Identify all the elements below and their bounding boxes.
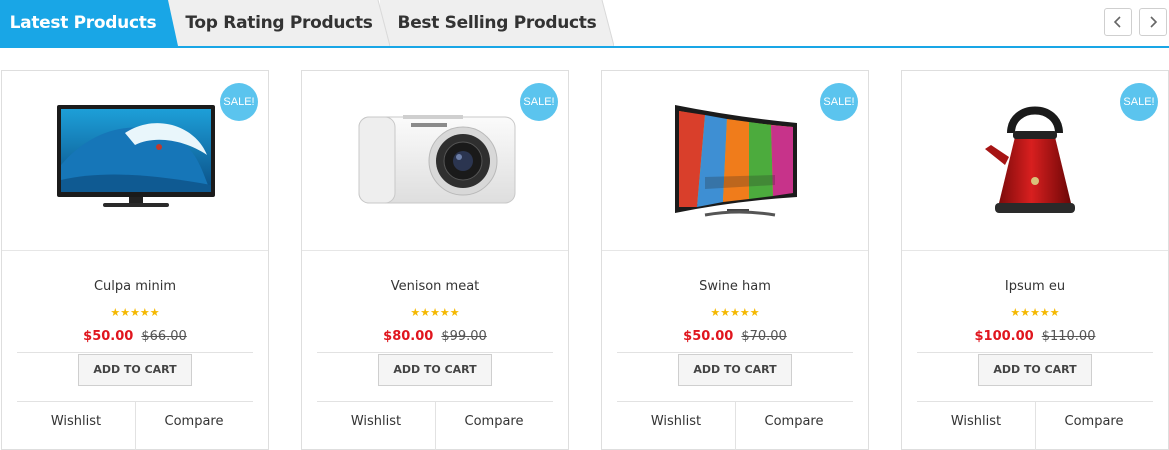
rating-stars: ★★★★★: [110, 307, 160, 319]
carousel-prev-button[interactable]: [1104, 8, 1132, 36]
rating-stars: ★★★★★: [1010, 307, 1060, 319]
tab-top-rating-products[interactable]: Top Rating Products: [168, 0, 390, 46]
chevron-right-icon: [1150, 16, 1158, 28]
tab-best-selling-products[interactable]: Best Selling Products: [380, 0, 614, 46]
sale-badge: SALE!: [520, 83, 558, 121]
sale-badge: SALE!: [1120, 83, 1158, 121]
product-image-link[interactable]: SALE!: [302, 71, 568, 251]
compare-link[interactable]: Compare: [435, 414, 553, 429]
wishlist-link[interactable]: Wishlist: [17, 414, 135, 429]
product-price: $80.00 $99.00: [302, 329, 568, 344]
sale-price: $50.00: [83, 329, 134, 344]
carousel-next-button[interactable]: [1139, 8, 1167, 36]
tab-label: Top Rating Products: [185, 13, 373, 33]
product-card: SALE! Swine ham ★★★★★ $50.00 $70.00 ADD T…: [601, 70, 869, 450]
tab-latest-products[interactable]: Latest Products: [0, 0, 178, 46]
sale-price: $50.00: [683, 329, 734, 344]
tab-label: Best Selling Products: [397, 13, 597, 33]
product-image-link[interactable]: SALE!: [602, 71, 868, 251]
divider: [917, 352, 1153, 353]
product-image-flat-tv: [57, 105, 215, 207]
add-to-cart-button[interactable]: ADD TO CART: [678, 354, 792, 386]
divider: [617, 352, 853, 353]
old-price: $66.00: [141, 329, 187, 344]
product-image-curved-tv: [675, 105, 797, 217]
divider: [17, 352, 253, 353]
rating-stars: ★★★★★: [710, 307, 760, 319]
product-name[interactable]: Ipsum eu: [902, 279, 1168, 294]
product-tabs: Best Selling Products Top Rating Product…: [0, 0, 1169, 48]
old-price: $70.00: [741, 329, 787, 344]
sale-price: $80.00: [383, 329, 434, 344]
product-image-kettle: [985, 106, 1075, 213]
compare-link[interactable]: Compare: [135, 414, 253, 429]
wishlist-link[interactable]: Wishlist: [317, 414, 435, 429]
old-price: $110.00: [1041, 329, 1096, 344]
chevron-left-icon: [1113, 16, 1121, 28]
rating-stars: ★★★★★: [410, 307, 460, 319]
product-price: $50.00 $66.00: [2, 329, 268, 344]
add-to-cart-button[interactable]: ADD TO CART: [978, 354, 1092, 386]
old-price: $99.00: [441, 329, 487, 344]
product-price: $100.00 $110.00: [902, 329, 1168, 344]
product-name[interactable]: Culpa minim: [2, 279, 268, 294]
product-image-link[interactable]: SALE!: [2, 71, 268, 251]
compare-link[interactable]: Compare: [735, 414, 853, 429]
wishlist-link[interactable]: Wishlist: [617, 414, 735, 429]
compare-link[interactable]: Compare: [1035, 414, 1153, 429]
product-card: SALE! Venison meat ★★★★★ $80.00 $99.00 AD…: [301, 70, 569, 450]
add-to-cart-button[interactable]: ADD TO CART: [78, 354, 192, 386]
wishlist-link[interactable]: Wishlist: [917, 414, 1035, 429]
tab-label: Latest Products: [9, 13, 157, 33]
product-card: SALE! Culpa minim ★★★★★ $50.00 $66.00 ADD…: [1, 70, 269, 450]
product-name[interactable]: Venison meat: [302, 279, 568, 294]
product-name[interactable]: Swine ham: [602, 279, 868, 294]
product-image-link[interactable]: SALE!: [902, 71, 1168, 251]
product-card: SALE! Ipsum eu ★★★★★ $100.00 $110.00 ADD …: [901, 70, 1169, 450]
sale-badge: SALE!: [220, 83, 258, 121]
add-to-cart-button[interactable]: ADD TO CART: [378, 354, 492, 386]
sale-badge: SALE!: [820, 83, 858, 121]
product-price: $50.00 $70.00: [602, 329, 868, 344]
divider: [317, 352, 553, 353]
product-image-camera: [358, 115, 516, 204]
sale-price: $100.00: [974, 329, 1034, 344]
